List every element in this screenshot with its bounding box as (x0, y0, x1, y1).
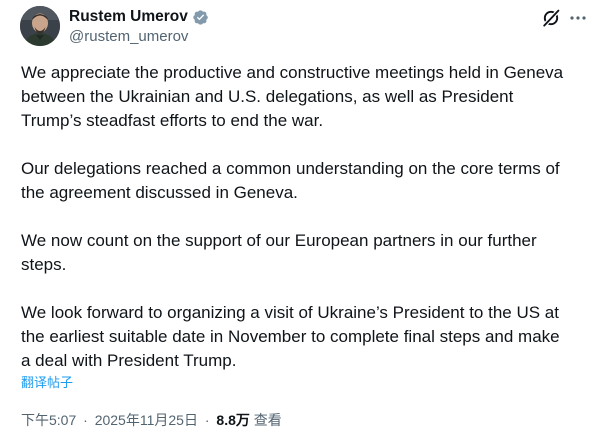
post-date[interactable]: 2025年11月25日 (95, 412, 198, 428)
views-count: 8.8万 (216, 412, 250, 428)
tweet-text: We appreciate the productive and constru… (21, 61, 596, 373)
tweet-paragraph-1: We appreciate the productive and constru… (21, 63, 564, 130)
meta-separator-2: · (204, 412, 210, 428)
more-icon[interactable] (568, 8, 588, 28)
views-label: 查看 (253, 412, 282, 428)
tweet-metadata: 下午5:07 · 2025年11月25日 · 8.8万 查看 (21, 411, 282, 429)
tweet-paragraph-4: We look forward to organizing a visit of… (21, 303, 560, 370)
tweet-paragraph-2: Our delegations reached a common underst… (21, 159, 560, 202)
author-display-name[interactable]: Rustem Umerov (69, 8, 188, 26)
avatar[interactable] (20, 6, 60, 46)
author-handle[interactable]: @rustem_umerov (69, 28, 188, 46)
verified-badge-icon[interactable] (192, 9, 209, 26)
tweet-card: Rustem Umerov @rustem_umerov We apprecia… (0, 0, 613, 432)
author-name-row[interactable]: Rustem Umerov (69, 8, 209, 26)
grok-icon[interactable] (541, 8, 561, 28)
meta-separator: · (83, 412, 88, 428)
profile-photo (20, 6, 60, 46)
translate-post-link[interactable]: 翻译帖子 (21, 375, 73, 391)
post-time[interactable]: 下午5:07 (21, 412, 76, 428)
tweet-paragraph-3: We now count on the support of our Europ… (21, 231, 537, 274)
